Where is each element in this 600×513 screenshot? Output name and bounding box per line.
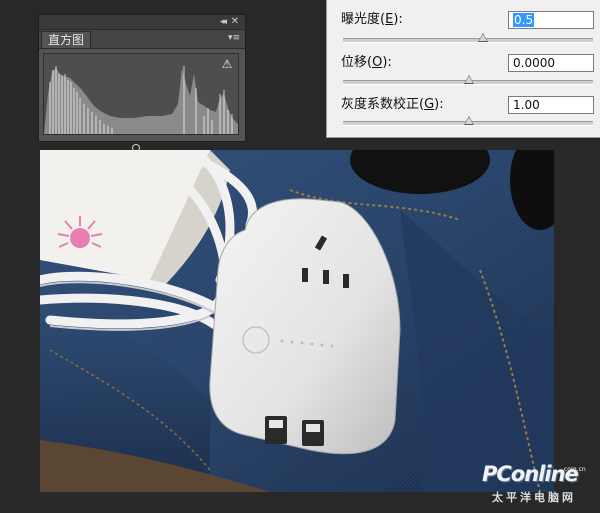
watermark-chinese: 太平洋电脑网 <box>492 491 576 504</box>
warning-icon[interactable]: ⚠ <box>220 58 234 71</box>
gamma-input[interactable]: 1.00 <box>508 96 594 114</box>
panel-tab-row: 直方图 ▾≡ <box>39 30 245 49</box>
gamma-label: 灰度系数校正(G): <box>341 97 444 112</box>
panel-titlebar: ◂◂ ✕ <box>39 15 245 30</box>
watermark-domain: .com.cn <box>562 466 586 473</box>
histogram-plot <box>44 66 238 134</box>
photo-canvas <box>40 150 554 492</box>
histogram-shadow-fill <box>44 68 238 134</box>
offset-slider-thumb[interactable] <box>464 75 474 84</box>
exposure-input[interactable]: 0.5 <box>508 11 594 29</box>
exposure-label: 曝光度(E): <box>341 12 403 27</box>
offset-label: 位移(O): <box>341 55 392 70</box>
panel-menu-icon[interactable]: ▾≡ <box>228 32 240 44</box>
histogram-graph: ⚠ <box>43 53 239 135</box>
offset-input[interactable]: 0.0000 <box>508 54 594 72</box>
power-strip-body <box>209 198 401 455</box>
exposure-slider[interactable] <box>343 33 593 43</box>
gamma-slider[interactable] <box>343 116 593 126</box>
close-icon[interactable]: ✕ <box>231 15 239 29</box>
exposure-value: 0.5 <box>513 13 535 27</box>
pconline-watermark: PConline .com.cn 太平洋电脑网 <box>482 462 598 506</box>
tab-histogram[interactable]: 直方图 <box>41 31 92 48</box>
collapse-icon[interactable]: ◂◂ <box>220 15 227 29</box>
offset-slider[interactable] <box>343 75 593 85</box>
exposure-slider-thumb[interactable] <box>478 33 488 42</box>
gamma-value: 1.00 <box>513 98 540 112</box>
offset-value: 0.0000 <box>513 56 555 70</box>
exposure-dialog: 曝光度(E): 0.5 位移(O): 0.0000 灰度系数校正(G): 1.0… <box>326 0 600 138</box>
photo-illustration <box>40 150 554 492</box>
histogram-panel: ◂◂ ✕ 直方图 ▾≡ ⚠ <box>38 14 246 142</box>
gamma-slider-thumb[interactable] <box>464 116 474 125</box>
